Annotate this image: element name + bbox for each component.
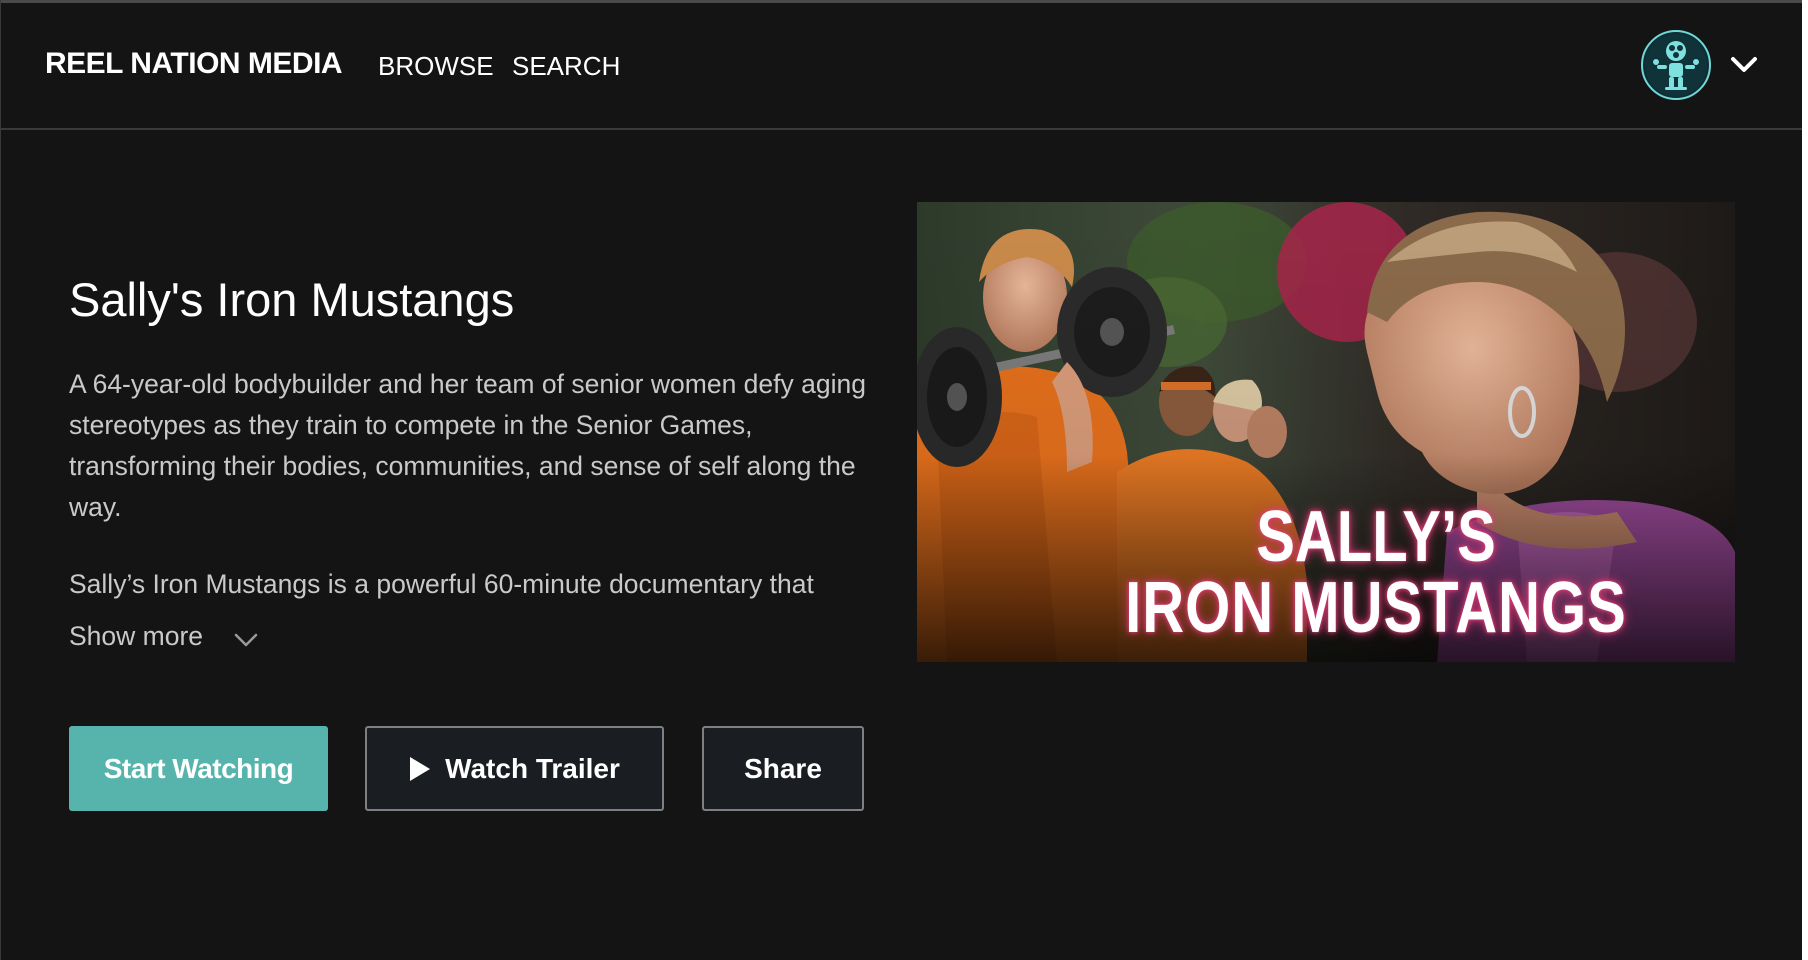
film-title: Sally's Iron Mustangs: [69, 273, 515, 326]
nav-search-link[interactable]: SEARCH: [512, 51, 620, 82]
site-header: REEL NATION MEDIA BROWSE SEARCH: [0, 3, 1802, 130]
chevron-down-icon: [232, 626, 260, 647]
film-description: A 64-year-old bodybuilder and her team o…: [69, 364, 889, 599]
chevron-down-icon[interactable]: [1728, 51, 1760, 79]
window-right-edge: [1802, 0, 1808, 960]
watch-trailer-button[interactable]: Watch Trailer: [365, 726, 664, 811]
poster-title-line1: SALLY’S: [1256, 495, 1496, 577]
start-watching-label: Start Watching: [103, 752, 294, 784]
brand-logo[interactable]: REEL NATION MEDIA: [45, 47, 343, 81]
poster-title: SALLY’S IRON MUSTANGS: [917, 495, 1735, 649]
watch-trailer-label: Watch Trailer: [445, 752, 620, 784]
description-summary: A 64-year-old bodybuilder and her team o…: [69, 369, 866, 522]
page: REEL NATION MEDIA BROWSE SEARCH Sally's …: [0, 0, 1808, 960]
avatar-icon[interactable]: [1641, 30, 1711, 100]
share-button[interactable]: Share: [702, 726, 864, 811]
window-left-edge: [0, 0, 1, 960]
description-more: Sally’s Iron Mustangs is a powerful 60-m…: [69, 569, 814, 599]
show-more-toggle[interactable]: Show more: [69, 619, 260, 655]
nav-browse-link[interactable]: BROWSE: [378, 51, 494, 82]
show-more-label: Show more: [69, 620, 204, 651]
play-icon: [409, 756, 431, 782]
start-watching-button[interactable]: Start Watching: [69, 726, 328, 811]
share-label: Share: [744, 752, 822, 784]
film-poster[interactable]: SALLY’S IRON MUSTANGS: [917, 202, 1735, 662]
poster-title-line2: IRON MUSTANGS: [1125, 566, 1627, 649]
